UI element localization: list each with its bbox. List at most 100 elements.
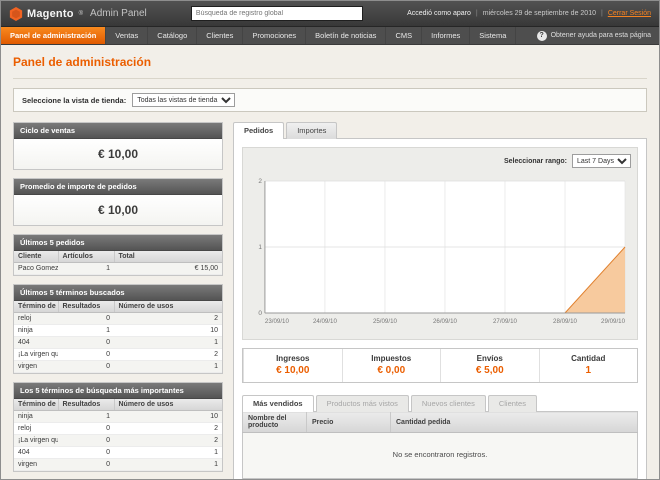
cell-results: 0 (58, 313, 114, 325)
logout-link[interactable]: Cerrar Sesión (608, 10, 651, 17)
store-view-select[interactable]: Todas las vistas de tienda (132, 93, 235, 107)
chart-tabs: Pedidos Importes (233, 122, 647, 139)
main-nav: Panel de administración Ventas Catálogo … (1, 27, 659, 45)
chart-section: Seleccionar rango: Last 7 Days 01223/09/… (242, 147, 638, 340)
global-search-input[interactable] (191, 6, 363, 21)
nav-item[interactable]: Catálogo (148, 27, 197, 44)
table-row[interactable]: ¡La virgen que cuadro! 0 2 (14, 349, 222, 361)
tab-label: Pedidos (244, 126, 273, 135)
range-select[interactable]: Last 7 Days (572, 154, 631, 168)
nav-item[interactable]: Boletín de noticias (306, 27, 386, 44)
nav-item-label: Promociones (252, 31, 296, 40)
tab-label: Importes (297, 126, 326, 135)
table-row[interactable]: ¡La virgen que cuadro! 0 2 (14, 435, 222, 447)
magento-admin-window: Magento® Admin Panel Accedió como aparo … (0, 0, 660, 480)
cell-term: 404 (14, 337, 58, 349)
nav-item[interactable]: Ventas (106, 27, 148, 44)
cell-results: 0 (58, 337, 114, 349)
table-row[interactable]: ninja 1 10 (14, 411, 222, 423)
stat-label: Envíos (441, 354, 539, 363)
grid-tab[interactable]: Clientes (488, 395, 537, 412)
svg-text:24/09/10: 24/09/10 (313, 318, 338, 325)
tab-label: Clientes (499, 399, 526, 408)
table-row[interactable]: reloj 0 2 (14, 313, 222, 325)
nav-item[interactable]: Clientes (197, 27, 243, 44)
table-row[interactable]: virgen 0 1 (14, 459, 222, 471)
table-row[interactable]: 404 0 1 (14, 337, 222, 349)
cell-results: 0 (58, 447, 114, 459)
cell-term: virgen (14, 361, 58, 373)
table-row[interactable]: ninja 1 10 (14, 325, 222, 337)
column-header: Resultados (58, 301, 114, 313)
table-row[interactable]: virgen 0 1 (14, 361, 222, 373)
store-view-label: Seleccione la vista de tienda: (22, 96, 126, 105)
cell-results: 0 (58, 459, 114, 471)
global-search-area (155, 6, 399, 21)
svg-text:29/09/10: 29/09/10 (601, 318, 626, 325)
stat-item: Impuestos € 0,00 (342, 349, 441, 382)
page-help-link[interactable]: ? Obtener ayuda para esta página (537, 27, 659, 44)
stat-label: Impuestos (343, 354, 441, 363)
card-title: Los 5 términos de búsqueda más important… (14, 383, 222, 399)
grid-tabs: Más vendidos Productos más vistos Nuevos… (242, 395, 638, 412)
column-header: Término de búsqueda (14, 399, 58, 411)
help-label: Obtener ayuda para esta página (551, 32, 651, 39)
cell-total: € 15,00 (114, 263, 222, 275)
dashboard-columns: Ciclo de ventas € 10,00 Promedio de impo… (13, 122, 647, 480)
cell-results: 0 (58, 435, 114, 447)
grid-tab[interactable]: Más vendidos (242, 395, 314, 412)
stat-item: Ingresos € 10,00 (243, 349, 342, 382)
cell-results: 0 (58, 361, 114, 373)
nav-item[interactable]: Informes (422, 27, 470, 44)
svg-text:0: 0 (258, 310, 262, 317)
table-row[interactable]: reloj 0 2 (14, 423, 222, 435)
table-row[interactable]: 404 0 1 (14, 447, 222, 459)
cell-uses: 1 (114, 337, 222, 349)
grid-tab[interactable]: Productos más vistos (316, 395, 409, 412)
column-header: Nombre del producto (243, 412, 307, 433)
svg-text:2: 2 (258, 178, 262, 185)
cell-uses: 1 (114, 459, 222, 471)
cell-uses: 2 (114, 423, 222, 435)
nav-item[interactable]: Sistema (470, 27, 516, 44)
logo-text: Magento (27, 8, 74, 20)
stat-item: Envíos € 5,00 (440, 349, 539, 382)
nav-item-label: CMS (395, 31, 412, 40)
logo[interactable]: Magento® Admin Panel (9, 7, 147, 21)
cell-term: ninja (14, 411, 58, 423)
table-row[interactable]: Paco Gomez 1 € 15,00 (14, 263, 222, 275)
nav-item[interactable]: Promociones (243, 27, 306, 44)
stat-label: Ingresos (244, 354, 342, 363)
card-title: Últimos 5 términos buscados (14, 285, 222, 301)
orders-panel: Seleccionar rango: Last 7 Days 01223/09/… (233, 138, 647, 480)
tab-label: Más vendidos (253, 399, 303, 408)
last-search-terms-table: Término de búsquedaResultadosNúmero de u… (14, 301, 222, 373)
help-icon: ? (537, 31, 547, 41)
nav-item-label: Clientes (206, 31, 233, 40)
cell-term: reloj (14, 423, 58, 435)
nav-item-label: Sistema (479, 31, 506, 40)
cell-term: 404 (14, 447, 58, 459)
svg-text:27/09/10: 27/09/10 (493, 318, 518, 325)
chart-tab[interactable]: Importes (286, 122, 337, 139)
logo-registered-mark: ® (79, 11, 83, 17)
grid-tab[interactable]: Nuevos clientes (411, 395, 486, 412)
store-view-switcher: Seleccione la vista de tienda: Todas las… (13, 88, 647, 112)
card-title: Promedio de importe de pedidos (14, 179, 222, 195)
svg-text:28/09/10: 28/09/10 (553, 318, 578, 325)
dashboard-sidebar: Ciclo de ventas € 10,00 Promedio de impo… (13, 122, 223, 480)
separator: | (601, 10, 603, 17)
nav-item[interactable]: Panel de administración (1, 27, 106, 44)
column-header: Cantidad pedida (391, 412, 638, 433)
empty-row: No se encontraron registros. (243, 433, 638, 479)
page-title: Panel de administración (13, 53, 647, 79)
cell-results: 1 (58, 325, 114, 337)
svg-text:25/09/10: 25/09/10 (373, 318, 398, 325)
cell-results: 0 (58, 349, 114, 361)
chart-tab[interactable]: Pedidos (233, 122, 284, 139)
nav-list: Panel de administración Ventas Catálogo … (1, 27, 516, 44)
nav-item[interactable]: CMS (386, 27, 422, 44)
tab-label: Nuevos clientes (422, 399, 475, 408)
cell-term: ninja (14, 325, 58, 337)
card-title: Ciclo de ventas (14, 123, 222, 139)
